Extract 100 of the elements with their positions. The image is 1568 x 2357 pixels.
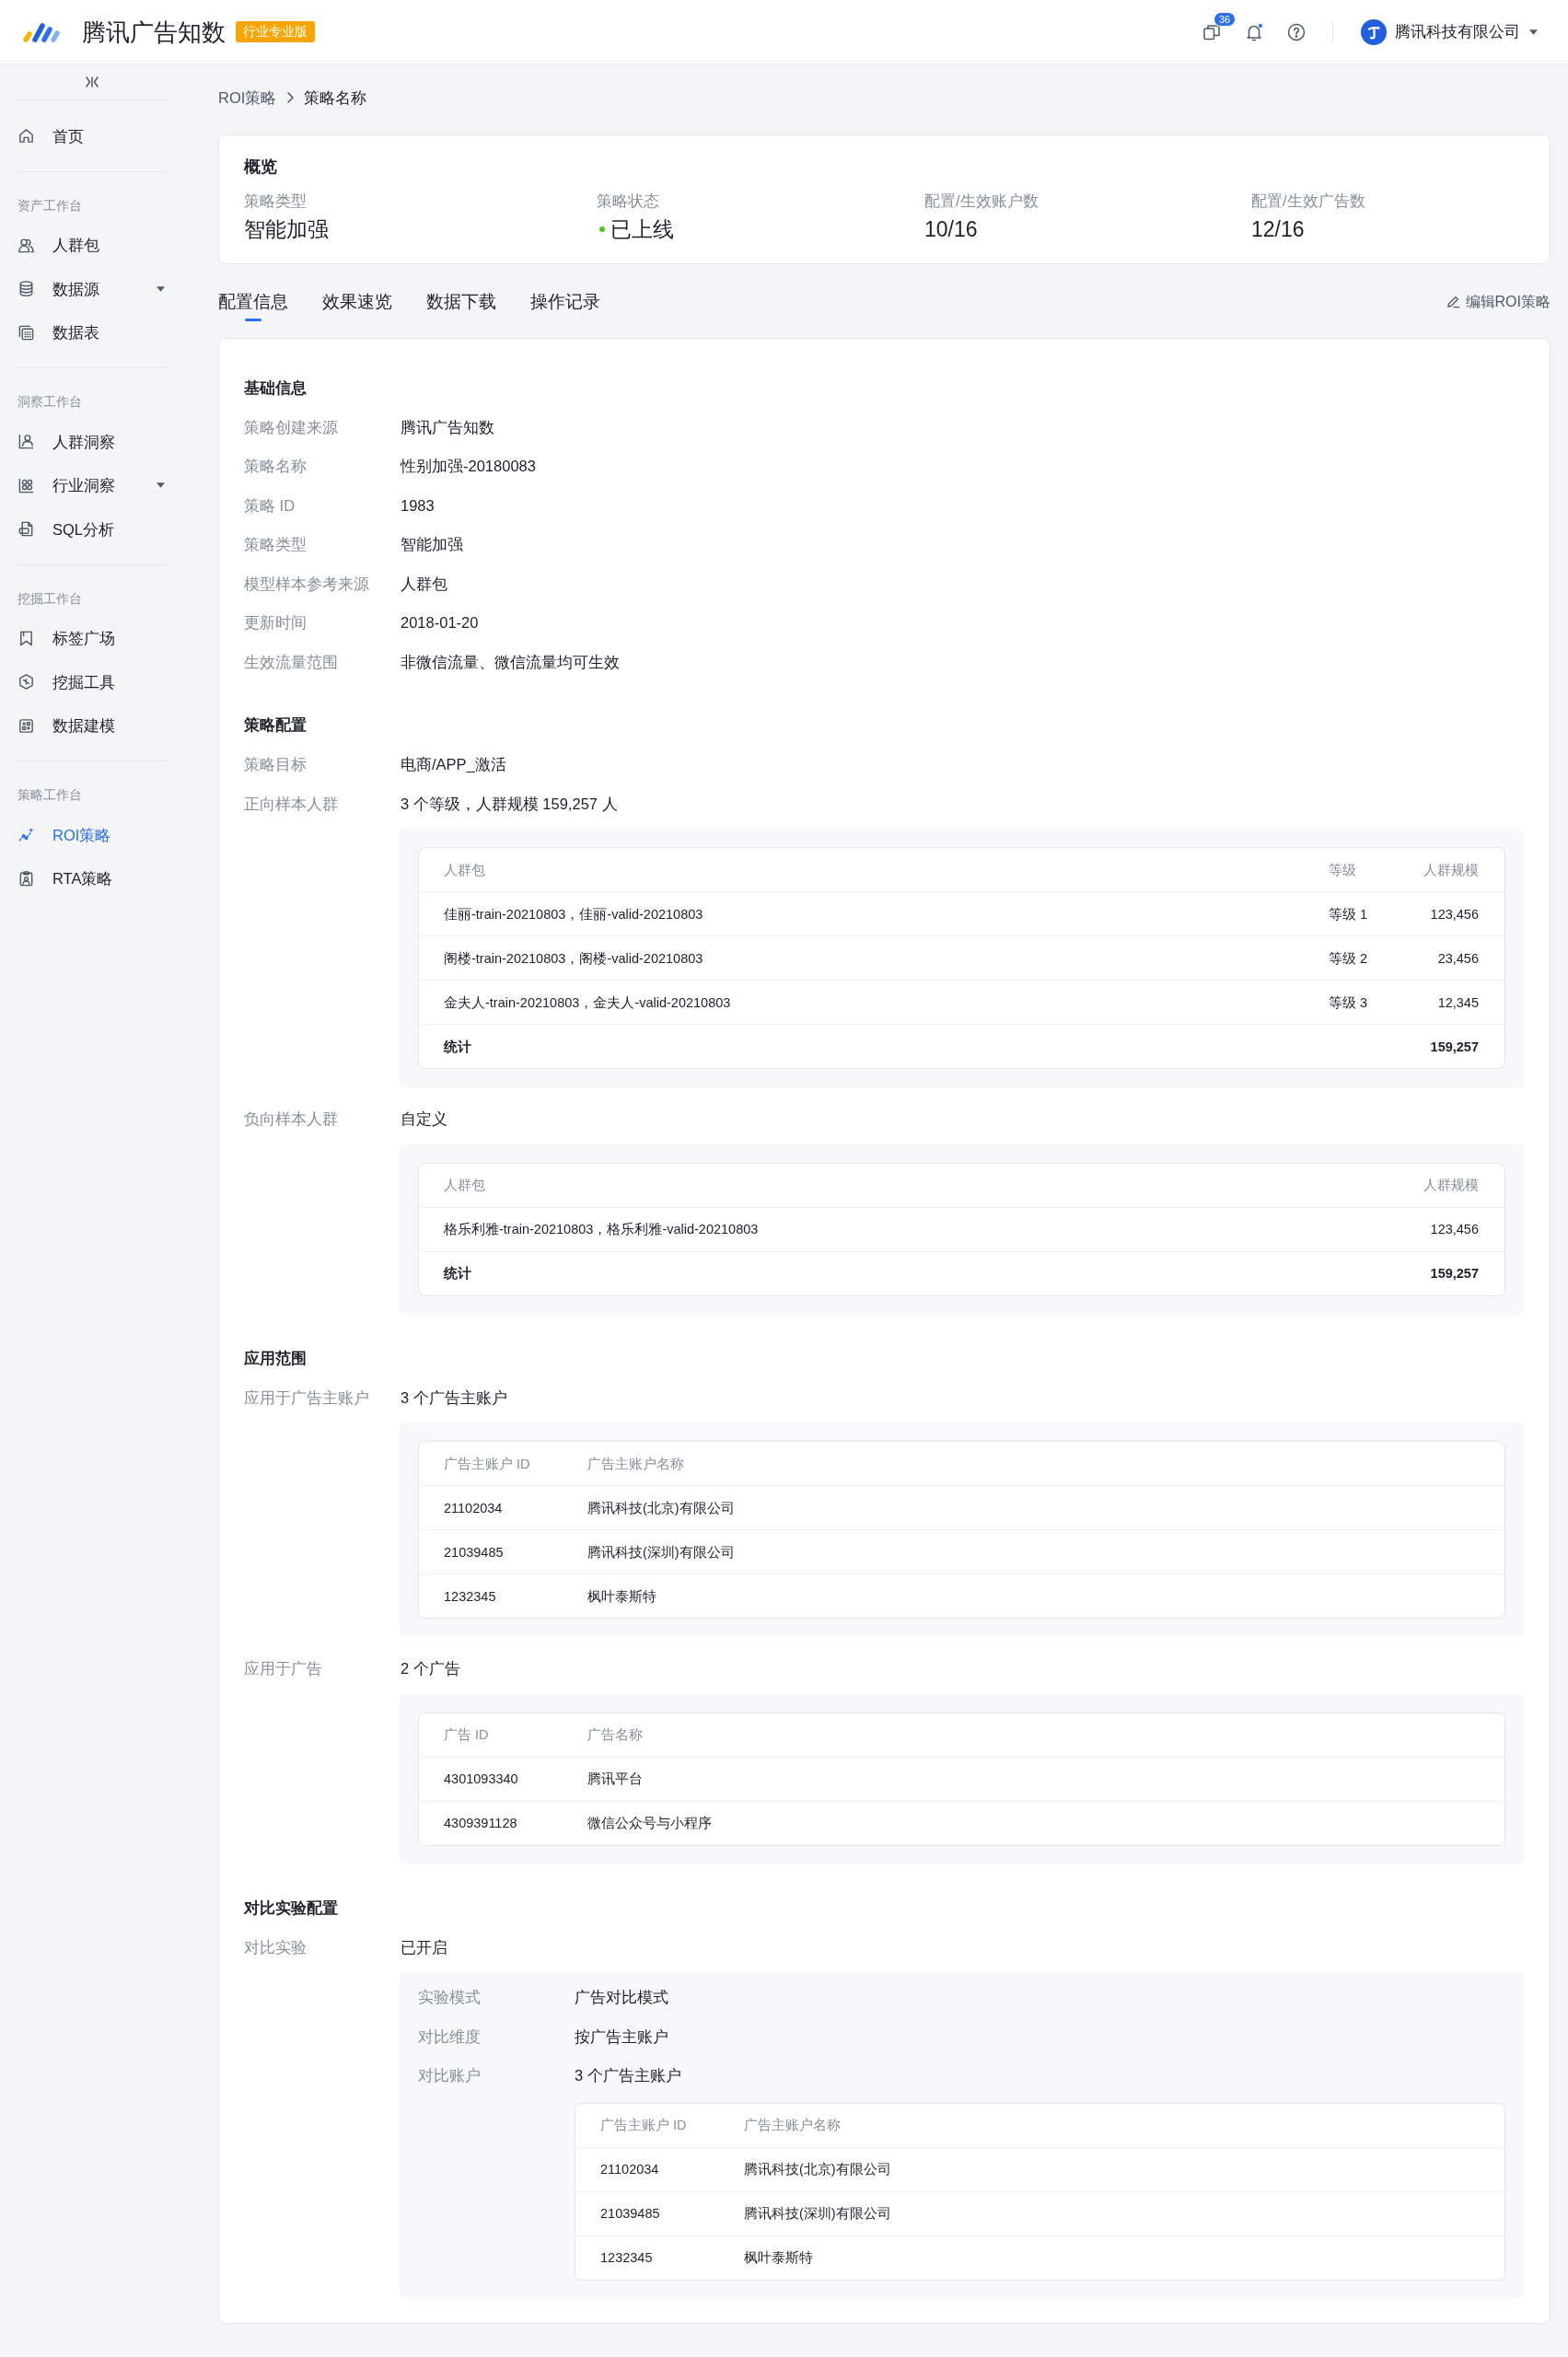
home-icon xyxy=(17,127,35,145)
circles-chart-icon xyxy=(17,476,35,494)
field-label: 对比维度 xyxy=(418,2026,481,2047)
field-label: 模型样本参考来源 xyxy=(244,574,369,594)
tab[interactable]: 效果速览 xyxy=(322,289,392,321)
summary-cell-text: 159,257 xyxy=(1430,1265,1479,1283)
field-value: 3 个广告主账户 xyxy=(401,1387,507,1408)
nav-group-title: 挖掘工作台 xyxy=(17,589,82,608)
field-label: 策略 ID xyxy=(244,495,296,516)
column-header: 广告 ID xyxy=(444,1726,489,1744)
help-icon[interactable] xyxy=(1287,22,1306,41)
field-label: 对比实验 xyxy=(244,1937,307,1957)
document-icon xyxy=(17,520,35,539)
table-cell-text: 1232345 xyxy=(600,2249,653,2267)
field-label: 应用于广告主账户 xyxy=(244,1387,369,1408)
field-value: 电商/APP_激活 xyxy=(401,755,506,775)
nav-item[interactable]: 人群洞察 xyxy=(17,430,166,453)
product-title: 腾讯广告知数 xyxy=(82,17,226,48)
hexagon-icon xyxy=(17,673,35,691)
field-label: 策略创建来源 xyxy=(244,417,338,437)
nav-item[interactable]: 数据建模 xyxy=(17,714,166,737)
table-cell-text: 腾讯科技(北京)有限公司 xyxy=(587,1499,735,1517)
table-cell-text: 123,456 xyxy=(1430,1221,1479,1238)
card-title: 概览 xyxy=(244,157,277,178)
field-value: 2 个广告 xyxy=(401,1659,460,1679)
table-cell-text: 21102034 xyxy=(444,1499,503,1517)
table-cell-text: 阁楼-train-20210803，阁楼-valid-20210803 xyxy=(444,949,703,968)
summary-cell-text: 统计 xyxy=(444,1265,471,1283)
nav-item[interactable]: 挖掘工具 xyxy=(17,670,166,693)
field-label: 策略名称 xyxy=(244,457,307,477)
nav-group-title: 策略工作台 xyxy=(17,786,82,804)
field-value: 1983 xyxy=(401,495,435,516)
edit-strategy-button[interactable]: 编辑ROI策略 xyxy=(1446,289,1551,314)
table-cell-text: 4309391128 xyxy=(444,1815,517,1832)
field-value: 按广告主账户 xyxy=(575,2026,668,2047)
table-cell-text: 等级 2 xyxy=(1329,949,1368,968)
table-cell-text: 佳丽-train-20210803，佳丽-valid-20210803 xyxy=(444,905,703,923)
table-cell-text: 腾讯科技(深圳)有限公司 xyxy=(744,2205,891,2223)
stat-value: 已上线 xyxy=(610,215,674,243)
nav-item[interactable]: ROI策略 xyxy=(17,823,166,846)
field-value: 3 个广告主账户 xyxy=(575,2066,681,2086)
stat-label: 配置/生效账户数 xyxy=(924,191,1039,211)
table-cell-text: 腾讯平台 xyxy=(587,1771,643,1788)
table-cell-text: 格乐利雅-train-20210803，格乐利雅-valid-20210803 xyxy=(444,1221,759,1238)
column-header: 广告主账户 ID xyxy=(600,2117,687,2134)
table-cell-text: 等级 1 xyxy=(1329,905,1368,923)
tab[interactable]: 数据下载 xyxy=(426,289,496,321)
stat-label: 策略类型 xyxy=(244,191,307,211)
message-icon[interactable] xyxy=(1202,22,1221,41)
nav-item[interactable]: 标签广场 xyxy=(17,627,166,650)
column-header: 广告主账户名称 xyxy=(587,1455,684,1473)
tab[interactable]: 配置信息 xyxy=(218,289,288,321)
field-label: 负向样本人群 xyxy=(244,1109,338,1130)
field-label: 更新时间 xyxy=(244,613,307,633)
nav-item[interactable]: 数据表 xyxy=(17,321,166,344)
breadcrumb-current: 策略名称 xyxy=(304,88,367,108)
caret-down-icon[interactable] xyxy=(157,285,165,292)
message-count-badge: 36 xyxy=(1214,11,1237,27)
caret-down-icon[interactable] xyxy=(157,482,165,489)
table-cell-text: 21039485 xyxy=(444,1543,504,1562)
column-header: 广告名称 xyxy=(587,1726,643,1744)
column-header: 人群规模 xyxy=(1423,861,1479,879)
field-value: 性别加强-20180083 xyxy=(401,457,536,477)
table-cell-text: 腾讯科技(北京)有限公司 xyxy=(744,2161,891,2178)
account-menu[interactable]: 腾讯科技有限公司 xyxy=(1361,18,1538,45)
person-chart-icon xyxy=(17,433,35,451)
nav-group-title: 资产工作台 xyxy=(17,196,82,215)
column-header: 广告主账户 ID xyxy=(444,1455,530,1473)
nav-item[interactable]: 首页 xyxy=(17,124,166,147)
collapse-icon[interactable] xyxy=(84,75,99,88)
field-label: 正向样本人群 xyxy=(244,794,338,814)
clipboard-person-icon xyxy=(17,869,35,888)
grid-icon xyxy=(17,716,35,735)
chevron-right-icon xyxy=(286,92,295,103)
nav-item[interactable]: 行业洞察 xyxy=(17,474,166,497)
table-cell-text: 金夫人-train-20210803，金夫人-valid-20210803 xyxy=(444,993,731,1012)
tab[interactable]: 操作记录 xyxy=(530,289,600,321)
table-cell-text: 腾讯科技(深圳)有限公司 xyxy=(587,1543,735,1562)
nav-item[interactable]: SQL分析 xyxy=(17,517,166,540)
column-header: 人群规模 xyxy=(1423,1177,1479,1194)
bell-icon[interactable] xyxy=(1245,22,1263,41)
table-cell-text: 4301093340 xyxy=(444,1771,518,1788)
caret-down-icon[interactable] xyxy=(1529,29,1538,35)
field-value: 智能加强 xyxy=(401,535,463,555)
nav-item[interactable]: RTA策略 xyxy=(17,867,166,890)
field-label: 生效流量范围 xyxy=(244,652,338,672)
table-cell-text: 1232345 xyxy=(444,1587,496,1606)
nav-group-title: 洞察工作台 xyxy=(17,393,82,411)
field-value: 人群包 xyxy=(401,574,447,594)
nav-item[interactable]: 人群包 xyxy=(17,234,166,257)
breadcrumb-link[interactable]: ROI策略 xyxy=(218,87,277,109)
section-title: 策略配置 xyxy=(244,715,307,735)
field-value: 3 个等级，人群规模 159,257 人 xyxy=(401,794,618,814)
nav-item[interactable]: 数据源 xyxy=(17,277,166,300)
section-title: 对比实验配置 xyxy=(244,1898,338,1918)
column-header: 等级 xyxy=(1329,861,1356,879)
table-cell-text: 21102034 xyxy=(600,2161,659,2178)
field-label: 对比账户 xyxy=(418,2066,481,2086)
table-cell-text: 21039485 xyxy=(600,2205,660,2223)
table-cell-text: 123,456 xyxy=(1430,905,1479,923)
